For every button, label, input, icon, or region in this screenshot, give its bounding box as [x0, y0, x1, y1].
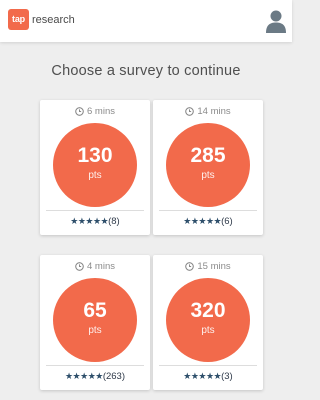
- star-rating-icon: ★★★★★: [183, 216, 222, 226]
- survey-card[interactable]: 4 mins 65 pts ★★★★★ (263): [40, 255, 150, 390]
- review-count: (6): [221, 216, 233, 227]
- star-rating-icon: ★★★★★: [70, 216, 109, 226]
- points-badge: 320 pts: [166, 278, 250, 362]
- points-badge: 285 pts: [166, 123, 250, 207]
- survey-duration: 4 mins: [40, 261, 150, 272]
- survey-duration-text: 15 mins: [197, 261, 231, 272]
- survey-duration: 14 mins: [153, 106, 263, 117]
- survey-card[interactable]: 6 mins 130 pts ★★★★★ (8): [40, 100, 150, 235]
- survey-rating: ★★★★★ (8): [46, 210, 144, 227]
- app-header: tap research: [0, 0, 292, 42]
- survey-duration: 15 mins: [153, 261, 263, 272]
- logo-mark: tap: [8, 9, 29, 30]
- clock-icon: [75, 107, 84, 116]
- points-value: 65: [83, 299, 107, 322]
- points-value: 130: [77, 144, 113, 167]
- survey-duration-text: 4 mins: [87, 261, 115, 272]
- clock-icon: [185, 107, 195, 116]
- points-unit: pts: [201, 170, 215, 181]
- survey-rating: ★★★★★ (3): [159, 365, 257, 382]
- clock-icon: [185, 262, 195, 271]
- survey-card[interactable]: 15 mins 320 pts ★★★★★ (3): [153, 255, 263, 390]
- survey-duration-text: 14 mins: [197, 106, 231, 117]
- points-badge: 130 pts: [53, 123, 137, 207]
- clock-icon: [75, 262, 84, 271]
- star-rating-icon: ★★★★★: [183, 371, 222, 381]
- star-rating-icon: ★★★★★: [64, 371, 103, 381]
- points-unit: pts: [201, 325, 215, 336]
- logo-word: research: [32, 13, 75, 26]
- survey-duration: 6 mins: [40, 106, 150, 117]
- points-value: 320: [190, 299, 226, 322]
- points-unit: pts: [88, 325, 102, 336]
- review-count: (263): [102, 371, 126, 382]
- review-count: (3): [221, 371, 233, 382]
- points-value: 285: [190, 144, 226, 167]
- user-icon: [266, 10, 286, 33]
- points-unit: pts: [88, 170, 102, 181]
- user-profile-button[interactable]: [264, 8, 288, 34]
- survey-card[interactable]: 14 mins 285 pts ★★★★★ (6): [153, 100, 263, 235]
- survey-duration-text: 6 mins: [87, 106, 115, 117]
- review-count: (8): [108, 216, 120, 227]
- survey-rating: ★★★★★ (6): [159, 210, 257, 227]
- points-badge: 65 pts: [53, 278, 137, 362]
- survey-rating: ★★★★★ (263): [46, 365, 144, 382]
- tap-research-logo[interactable]: tap research: [8, 9, 75, 30]
- page-title: Choose a survey to continue: [51, 63, 241, 79]
